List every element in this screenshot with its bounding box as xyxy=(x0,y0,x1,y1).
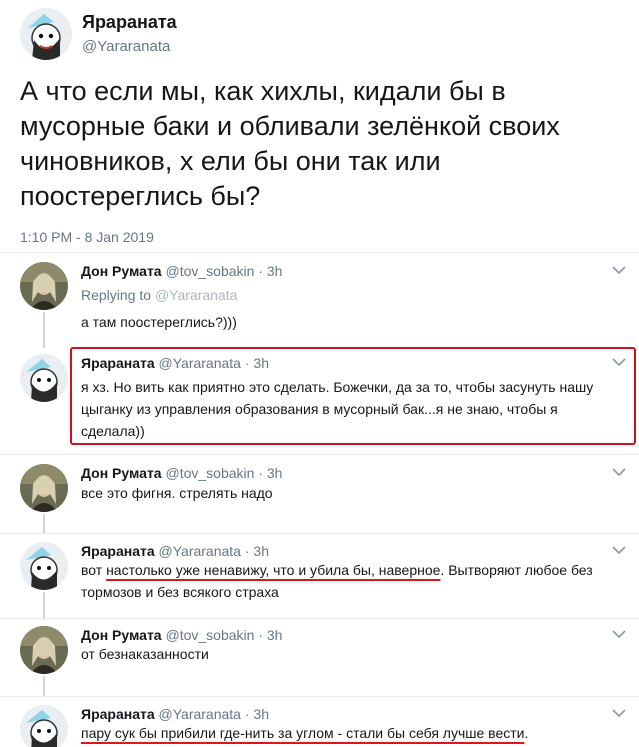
reply-text: вот настолько уже ненавижу, что и убила … xyxy=(81,559,621,603)
reply-tweet[interactable]: Ярараната @Yararanata · 3h вот настолько… xyxy=(0,536,639,622)
reply-tweet[interactable]: Дон Румата @tov_sobakin · 3h Replying to… xyxy=(0,256,639,348)
reply-author-handle[interactable]: @tov_sobakin xyxy=(165,263,254,279)
reply-author-name[interactable]: Ярараната xyxy=(81,706,155,722)
reply-text: все это фигня. стрелять надо xyxy=(81,485,273,501)
reply-author-name[interactable]: Ярараната xyxy=(81,543,155,559)
reply-author-name[interactable]: Дон Румата xyxy=(81,465,162,481)
reply-text-end: . xyxy=(524,725,529,741)
chevron-down-icon[interactable] xyxy=(612,629,626,639)
reply-author-handle[interactable]: @tov_sobakin xyxy=(165,465,254,481)
replying-to-label: Replying to xyxy=(81,287,152,303)
reply-separator xyxy=(0,618,639,619)
main-tweet-avatar[interactable] xyxy=(20,8,72,60)
reply-separator xyxy=(0,533,639,534)
reply-avatar[interactable] xyxy=(20,354,68,402)
thread-line xyxy=(43,676,45,696)
reply-tweet[interactable]: Дон Румата @tov_sobakin · 3h от безнаказ… xyxy=(0,620,639,698)
reply-author-handle[interactable]: @Yararanata xyxy=(159,543,241,559)
reply-author-handle[interactable]: @Yararanata xyxy=(159,706,241,722)
replying-to: Replying to @Yararanata xyxy=(81,287,237,303)
thread-line xyxy=(43,312,45,348)
thread-line xyxy=(43,592,45,620)
reply-text: а там поостереглись?))) xyxy=(81,314,237,330)
reply-header: Дон Румата @tov_sobakin · 3h xyxy=(81,263,282,279)
reply-dot: · xyxy=(244,543,250,559)
reply-time[interactable]: 3h xyxy=(267,263,283,279)
main-tweet-text: А что если мы, как хихлы, кидали бы в му… xyxy=(20,76,560,211)
reply-header: Ярараната @Yararanata · 3h xyxy=(81,706,269,722)
reply-text-start: вот xyxy=(81,562,107,578)
reply-header: Дон Румата @tov_sobakin · 3h xyxy=(81,627,282,643)
chevron-down-icon[interactable] xyxy=(612,708,626,718)
chevron-down-icon[interactable] xyxy=(612,265,626,275)
chevron-down-icon[interactable] xyxy=(612,467,626,477)
highlight-box xyxy=(70,347,636,445)
replying-to-handle[interactable]: @Yararanata xyxy=(155,287,237,303)
reply-avatar[interactable] xyxy=(20,262,68,310)
reply-dot: · xyxy=(244,706,250,722)
underlined-text: пару сук бы прибили где-нить за углом - … xyxy=(81,725,525,741)
reply-header: Ярараната @Yararanata · 3h xyxy=(81,543,269,559)
reply-tweet[interactable]: Дон Румата @tov_sobakin · 3h все это фиг… xyxy=(0,458,639,536)
reply-text: пару сук бы прибили где-нить за углом - … xyxy=(81,722,621,744)
chevron-down-icon[interactable] xyxy=(612,545,626,555)
underlined-text: настолько уже ненавижу, что и убила бы, … xyxy=(106,562,441,578)
reply-dot: · xyxy=(258,263,263,279)
reply-dot: · xyxy=(258,465,263,481)
reply-dot: · xyxy=(258,627,263,643)
reply-avatar[interactable] xyxy=(20,705,68,747)
thread-line xyxy=(43,514,45,534)
reply-avatar[interactable] xyxy=(20,464,68,512)
reply-text: от безнаказанности xyxy=(81,646,209,662)
main-tweet-timestamp[interactable]: 1:10 PM - 8 Jan 2019 xyxy=(20,229,154,245)
reply-time[interactable]: 3h xyxy=(267,465,283,481)
reply-separator xyxy=(0,696,639,697)
reply-avatar[interactable] xyxy=(20,542,68,590)
reply-avatar[interactable] xyxy=(20,626,68,674)
main-tweet-divider xyxy=(0,252,639,253)
reply-author-handle[interactable]: @tov_sobakin xyxy=(165,627,254,643)
main-tweet-author-handle[interactable]: @Yararanata xyxy=(82,38,170,55)
reply-tweet[interactable]: Ярараната @Yararanata · 3h пару сук бы п… xyxy=(0,699,639,747)
reply-time[interactable]: 3h xyxy=(253,543,269,559)
reply-separator xyxy=(0,454,639,455)
reply-time[interactable]: 3h xyxy=(267,627,283,643)
main-tweet-author-name[interactable]: Ярараната xyxy=(82,12,177,33)
reply-author-name[interactable]: Дон Румата xyxy=(81,627,162,643)
reply-time[interactable]: 3h xyxy=(253,706,269,722)
reply-header: Дон Румата @tov_sobakin · 3h xyxy=(81,465,282,481)
reply-author-name[interactable]: Дон Румата xyxy=(81,263,162,279)
